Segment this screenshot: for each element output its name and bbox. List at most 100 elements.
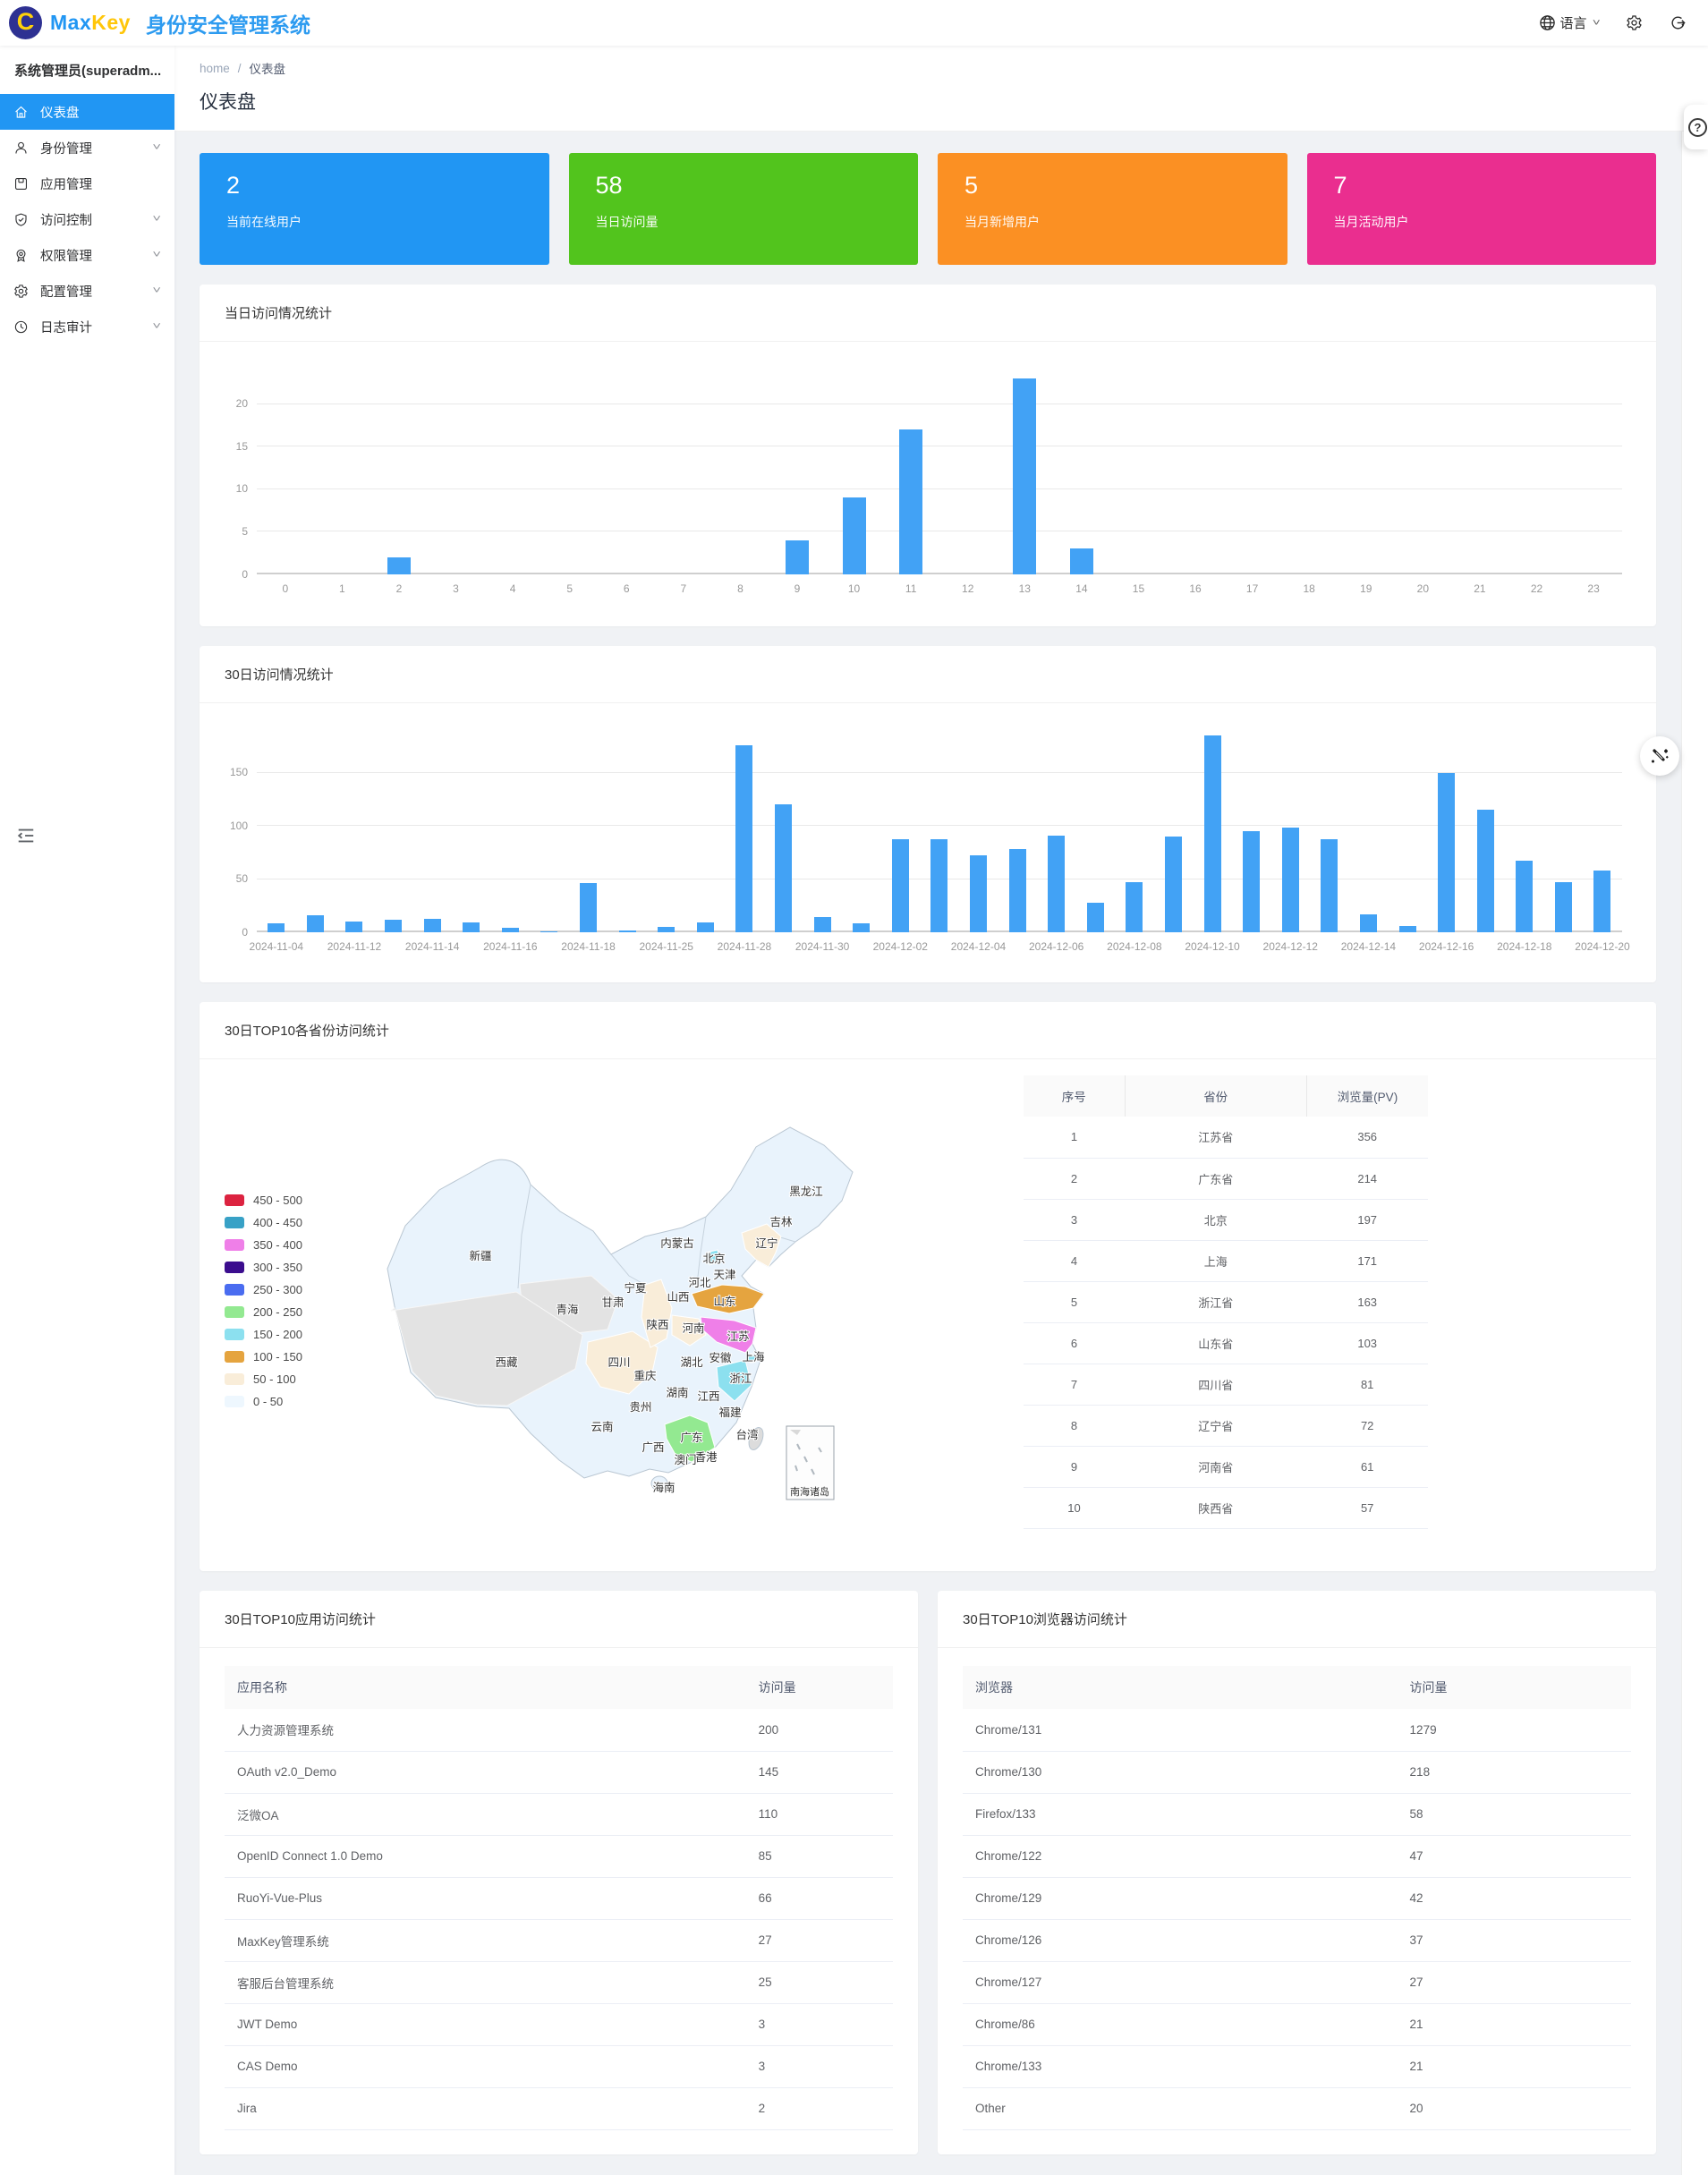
bar-column: 19: [1338, 361, 1395, 574]
table-column-header: 应用名称: [225, 1666, 746, 1709]
language-switcher[interactable]: 语言 ˅: [1539, 13, 1599, 32]
map-province-label: 河南: [682, 1321, 704, 1335]
bar-column: 12: [939, 361, 997, 574]
bar-column: [998, 719, 1037, 932]
x-axis-label: 2024-12-08: [1107, 940, 1161, 953]
stat-card-label: 当月新增用户: [964, 213, 1287, 231]
logout-icon[interactable]: [1670, 14, 1687, 31]
bar: [540, 931, 557, 932]
table-row: JWT Demo3: [225, 2003, 893, 2045]
bar-column: 16: [1167, 361, 1224, 574]
province-table-header: 序号省份浏览量(PV): [1024, 1075, 1428, 1117]
stat-cards: 2当前在线用户58当日访问量5当月新增用户7当月活动用户: [200, 153, 1656, 265]
bar: [1593, 871, 1610, 932]
maxkey-logo-icon: C: [9, 6, 42, 39]
hourly-chart-plot: 05101520 0123456789101112131415161718192…: [257, 361, 1622, 574]
stat-card: 5当月新增用户: [938, 153, 1287, 265]
breadcrumb-home[interactable]: home: [200, 62, 230, 75]
top-header: C MaxKey 身份安全管理系统 语言 ˅: [0, 0, 1708, 46]
table-row: Jira2: [225, 2087, 893, 2129]
x-axis-label: 2024-11-28: [718, 940, 772, 953]
x-axis-label: 5: [566, 582, 573, 595]
table-cell: Jira: [225, 2087, 746, 2129]
bar: [463, 922, 480, 932]
stat-card-value: 58: [596, 172, 919, 200]
table-cell: 47: [1398, 1835, 1631, 1877]
sidebar-item-1[interactable]: 身份管理˅: [0, 130, 174, 166]
bar: [307, 915, 324, 932]
table-row: 3北京197: [1024, 1199, 1428, 1240]
bar-column: 2024-11-30: [803, 719, 842, 932]
table-cell: 客服后台管理系统: [225, 1961, 746, 2003]
bar-column: 2024-11-12: [335, 719, 374, 932]
chevron-down-icon: ˅: [152, 321, 161, 332]
x-axis-label: 2024-11-12: [327, 940, 382, 953]
stat-card-value: 2: [226, 172, 549, 200]
province-table-wrap: 序号省份浏览量(PV) 1江苏省3562广东省2143北京1974上海1715浙…: [1024, 1075, 1428, 1529]
sidebar-item-5[interactable]: 配置管理˅: [0, 273, 174, 309]
bar-column: [530, 719, 569, 932]
bar: [786, 540, 809, 574]
panel-top-apps: 30日TOP10应用访问统计 应用名称访问量 人力资源管理系统200OAuth …: [200, 1591, 918, 2154]
table-column-header: 访问量: [746, 1666, 893, 1709]
bar-column: 21: [1451, 361, 1508, 574]
table-cell: 171: [1306, 1240, 1428, 1281]
help-button[interactable]: ?: [1684, 105, 1708, 149]
x-axis-label: 2024-11-30: [795, 940, 850, 953]
table-cell: Chrome/122: [963, 1835, 1398, 1877]
y-axis-tick: 50: [236, 872, 248, 885]
x-axis-label: 3: [453, 582, 459, 595]
bar-column: [1154, 719, 1194, 932]
sidebar-item-label: 日志审计: [40, 318, 154, 336]
table-row: Firefox/13358: [963, 1793, 1631, 1835]
bar: [345, 922, 362, 932]
x-axis-label: 15: [1133, 582, 1144, 595]
table-row: Chrome/130218: [963, 1751, 1631, 1793]
chevron-down-icon: ˅: [152, 142, 161, 153]
maxkey-dashboard: C MaxKey 身份安全管理系统 语言 ˅: [0, 0, 1708, 2175]
sidebar-collapse-icon[interactable]: [16, 826, 36, 845]
sidebar-item-6[interactable]: 日志审计˅: [0, 309, 174, 344]
x-axis-label: 7: [680, 582, 686, 595]
panel-top-browsers: 30日TOP10浏览器访问统计 浏览器访问量 Chrome/1311279Chr…: [938, 1591, 1656, 2154]
bar: [619, 930, 636, 932]
table-cell: 上海: [1125, 1240, 1306, 1281]
sidebar-item-dashboard[interactable]: 仪表盘: [0, 94, 174, 130]
sidebar-item-2[interactable]: 应用管理: [0, 166, 174, 201]
sidebar-item-label: 仪表盘: [40, 103, 161, 122]
map-province-label: 山东: [713, 1296, 735, 1308]
scrollbar-gutter[interactable]: [1681, 132, 1708, 2175]
sidebar-item-4[interactable]: 权限管理˅: [0, 237, 174, 273]
legend-swatch: [225, 1284, 244, 1296]
bar: [930, 839, 947, 932]
bar: [1282, 828, 1299, 932]
chevron-down-icon: ˅: [1592, 18, 1600, 29]
sidebar-item-label: 应用管理: [40, 174, 161, 193]
x-axis-label: 0: [282, 582, 288, 595]
magic-wand-button[interactable]: [1640, 736, 1679, 776]
x-axis-label: 9: [795, 582, 801, 595]
map-province-label: 辽宁: [755, 1236, 778, 1250]
settings-gear-icon[interactable]: [1626, 14, 1643, 31]
table-cell: 356: [1306, 1117, 1428, 1158]
table-cell: 8: [1024, 1405, 1125, 1446]
table-column-header: 省份: [1125, 1075, 1306, 1117]
map-province-label: 云南: [591, 1420, 613, 1433]
table-cell: 5: [1024, 1281, 1125, 1322]
sidebar-item-3[interactable]: 访问控制˅: [0, 201, 174, 237]
bar-column: 2024-12-18: [1505, 719, 1544, 932]
y-axis-tick: 150: [230, 766, 248, 778]
table-cell: 6: [1024, 1322, 1125, 1364]
bar-column: 23: [1565, 361, 1622, 574]
bar-column: 17: [1224, 361, 1281, 574]
map-province-label: 湖北: [680, 1355, 703, 1369]
table-cell: MaxKey管理系统: [225, 1919, 746, 1961]
table-cell: 1: [1024, 1117, 1125, 1158]
province-panel-body: 450 - 500400 - 450350 - 400300 - 350250 …: [200, 1059, 1656, 1571]
table-row: 2广东省214: [1024, 1158, 1428, 1199]
table-cell: Chrome/131: [963, 1709, 1398, 1751]
bar-column: 2024-12-10: [1193, 719, 1232, 932]
map-province-label: 广东: [680, 1432, 702, 1444]
legend-label: 200 - 250: [253, 1305, 302, 1319]
stat-card: 58当日访问量: [569, 153, 919, 265]
